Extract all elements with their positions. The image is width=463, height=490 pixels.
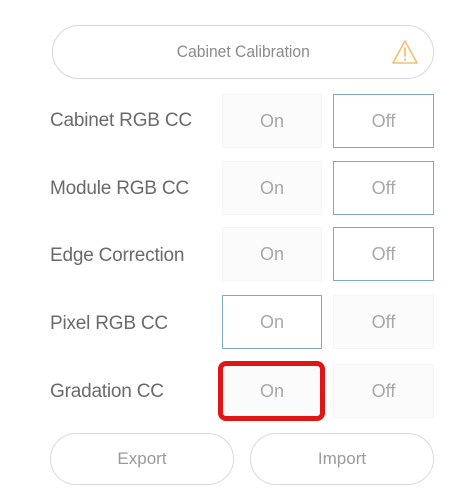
- pixel-rgb-cc-on-button[interactable]: On: [222, 295, 322, 349]
- cabinet-rgb-cc-label: Cabinet RGB CC: [50, 110, 192, 131]
- edge-correction-off-button[interactable]: Off: [333, 227, 434, 281]
- pixel-rgb-cc-label: Pixel RGB CC: [50, 313, 168, 334]
- export-button[interactable]: Export: [50, 433, 234, 485]
- edge-correction-label: Edge Correction: [50, 245, 185, 266]
- cabinet-rgb-cc-on-button[interactable]: On: [222, 94, 322, 148]
- gradation-cc-on-button[interactable]: On: [222, 364, 322, 418]
- cabinet-rgb-cc-off-button[interactable]: Off: [333, 94, 434, 148]
- import-button[interactable]: Import: [250, 433, 434, 485]
- cabinet-calibration-panel: Cabinet Calibration Cabinet RGB CC On Of…: [0, 0, 463, 490]
- edge-correction-on-button[interactable]: On: [222, 227, 322, 281]
- module-rgb-cc-label: Module RGB CC: [50, 178, 189, 199]
- cabinet-calibration-label: Cabinet Calibration: [176, 42, 310, 61]
- module-rgb-cc-on-button[interactable]: On: [222, 161, 322, 215]
- warning-triangle-icon: [391, 39, 419, 65]
- module-rgb-cc-off-button[interactable]: Off: [333, 161, 434, 215]
- cabinet-calibration-button[interactable]: Cabinet Calibration: [52, 25, 434, 79]
- gradation-cc-off-button[interactable]: Off: [333, 364, 434, 418]
- pixel-rgb-cc-off-button[interactable]: Off: [333, 295, 434, 349]
- gradation-cc-label: Gradation CC: [50, 381, 164, 402]
